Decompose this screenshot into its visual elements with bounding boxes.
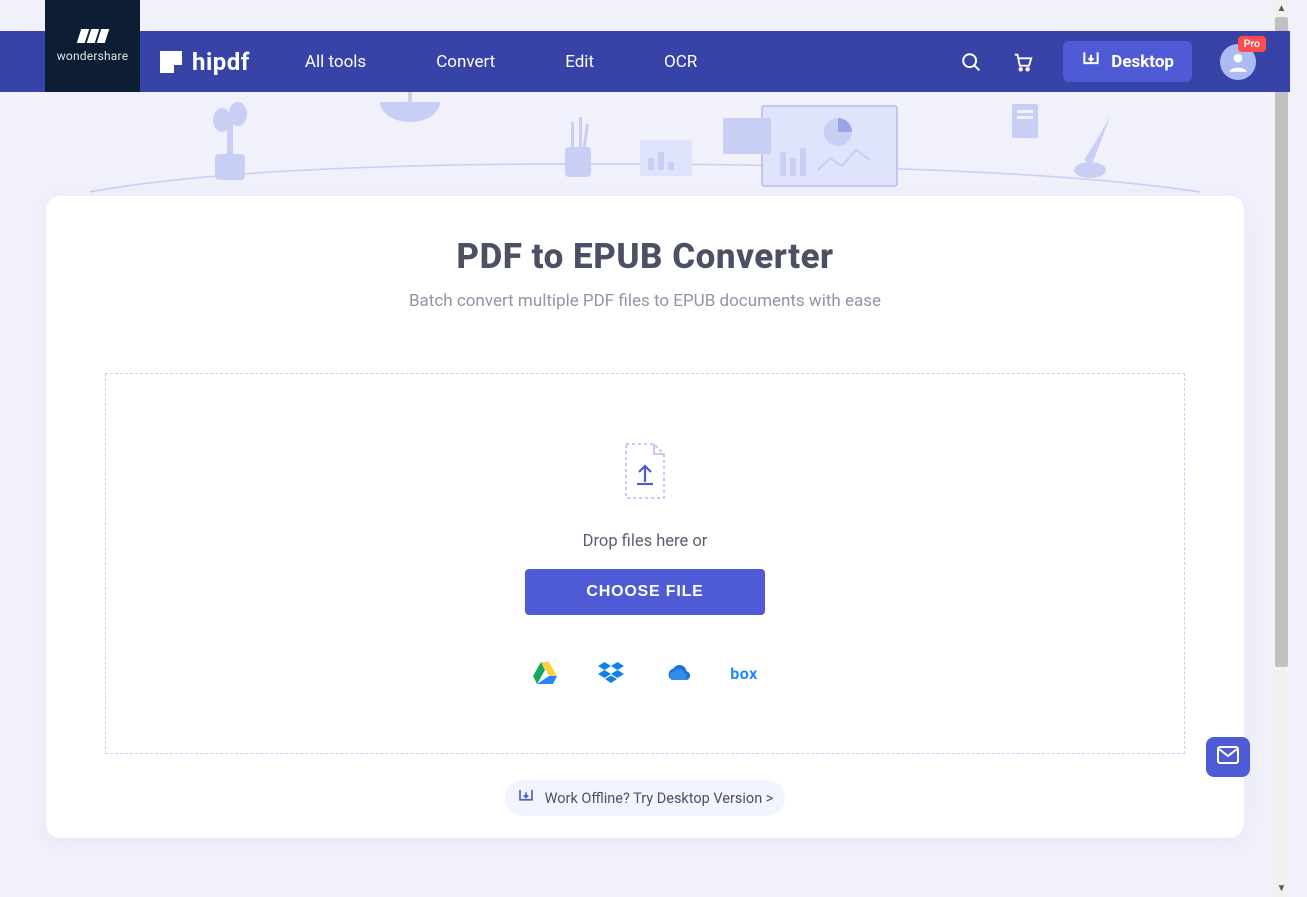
wondershare-badge[interactable]: wondershare [45,0,140,92]
desktop-label: Desktop [1111,52,1174,72]
avatar-wrap[interactable]: Pro [1220,44,1256,80]
dropzone[interactable]: Drop files here or CHOOSE FILE box [105,373,1185,754]
nav-item-all-tools[interactable]: All tools [305,52,366,72]
cloud-sources: box [532,661,758,685]
search-icon[interactable] [959,50,983,74]
drop-text: Drop files here or [583,532,708,551]
pro-badge: Pro [1238,36,1266,52]
main-card: PDF to EPUB Converter Batch convert mult… [46,196,1244,838]
nav-items: All tools Convert Edit OCR [305,52,697,72]
dropbox-icon[interactable] [598,661,624,685]
navbar: hipdf All tools Convert Edit OCR Desktop… [0,31,1290,92]
download-icon [1081,49,1101,74]
page-subtitle: Batch convert multiple PDF files to EPUB… [46,291,1244,311]
vertical-scrollbar[interactable]: ▲ ▼ [1273,0,1290,897]
wondershare-logo-icon [79,29,107,43]
nav-item-edit[interactable]: Edit [565,52,594,72]
desktop-button[interactable]: Desktop [1063,41,1192,82]
download-icon [517,787,535,809]
mail-icon [1217,746,1239,768]
nav-right: Desktop Pro [959,41,1290,82]
wondershare-label: wondershare [57,49,129,63]
offline-label: Work Offline? Try Desktop Version > [545,790,774,807]
scroll-down-icon[interactable]: ▼ [1273,880,1290,897]
offline-pill[interactable]: Work Offline? Try Desktop Version > [505,780,785,816]
nav-item-convert[interactable]: Convert [436,52,495,72]
scroll-up-icon[interactable]: ▲ [1273,0,1290,17]
brand[interactable]: hipdf [160,48,250,76]
scroll-thumb[interactable] [1275,17,1288,667]
hipdf-logo-icon [160,51,182,73]
box-label: box [730,664,758,683]
choose-file-button[interactable]: CHOOSE FILE [525,569,765,615]
nav-item-ocr[interactable]: OCR [664,52,697,72]
brand-name: hipdf [192,48,250,76]
page-title: PDF to EPUB Converter [46,236,1244,277]
box-icon[interactable]: box [730,661,758,685]
cart-icon[interactable] [1011,50,1035,74]
upload-document-icon [622,442,668,500]
google-drive-icon[interactable] [532,661,558,685]
header-illustration [0,92,1290,202]
onedrive-icon[interactable] [664,661,690,685]
mail-fab[interactable] [1206,737,1250,777]
